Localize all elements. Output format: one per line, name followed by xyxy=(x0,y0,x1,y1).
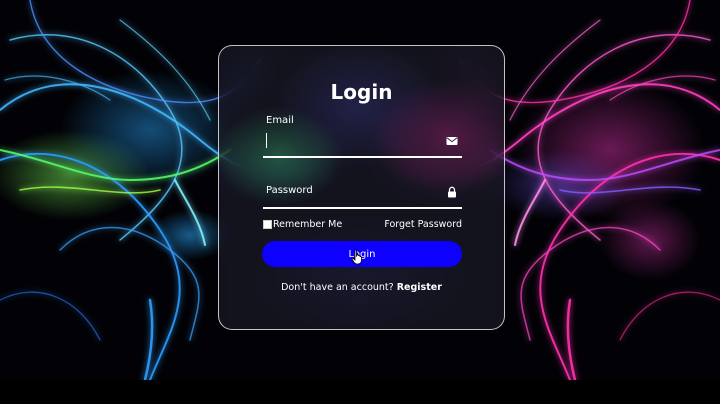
password-input[interactable] xyxy=(263,181,449,205)
hand-pointer-icon xyxy=(351,249,362,265)
remember-me-label: Remember Me xyxy=(273,219,343,230)
login-options: Remember Me Forget Password xyxy=(263,219,462,233)
register-prompt: Don't have an account? Register xyxy=(219,282,504,293)
email-field[interactable]: Email xyxy=(263,115,462,158)
login-title: Login xyxy=(330,80,393,104)
password-field[interactable]: Password xyxy=(263,181,462,209)
forgot-password-link[interactable]: Forget Password xyxy=(384,219,462,230)
login-card: Login Email Password Remember Me Forget … xyxy=(218,45,505,330)
email-input[interactable] xyxy=(263,130,449,154)
remember-me[interactable]: Remember Me xyxy=(263,219,342,230)
text-caret xyxy=(266,133,267,148)
register-prompt-text: Don't have an account? xyxy=(281,282,394,293)
email-label: Email xyxy=(266,115,294,126)
remember-me-checkbox[interactable] xyxy=(263,220,272,229)
background-scene: Login Email Password Remember Me Forget … xyxy=(0,0,720,380)
register-link[interactable]: Register xyxy=(397,282,442,293)
envelope-icon xyxy=(446,137,458,145)
bottom-black-bar xyxy=(0,380,720,404)
lock-icon xyxy=(448,186,456,198)
